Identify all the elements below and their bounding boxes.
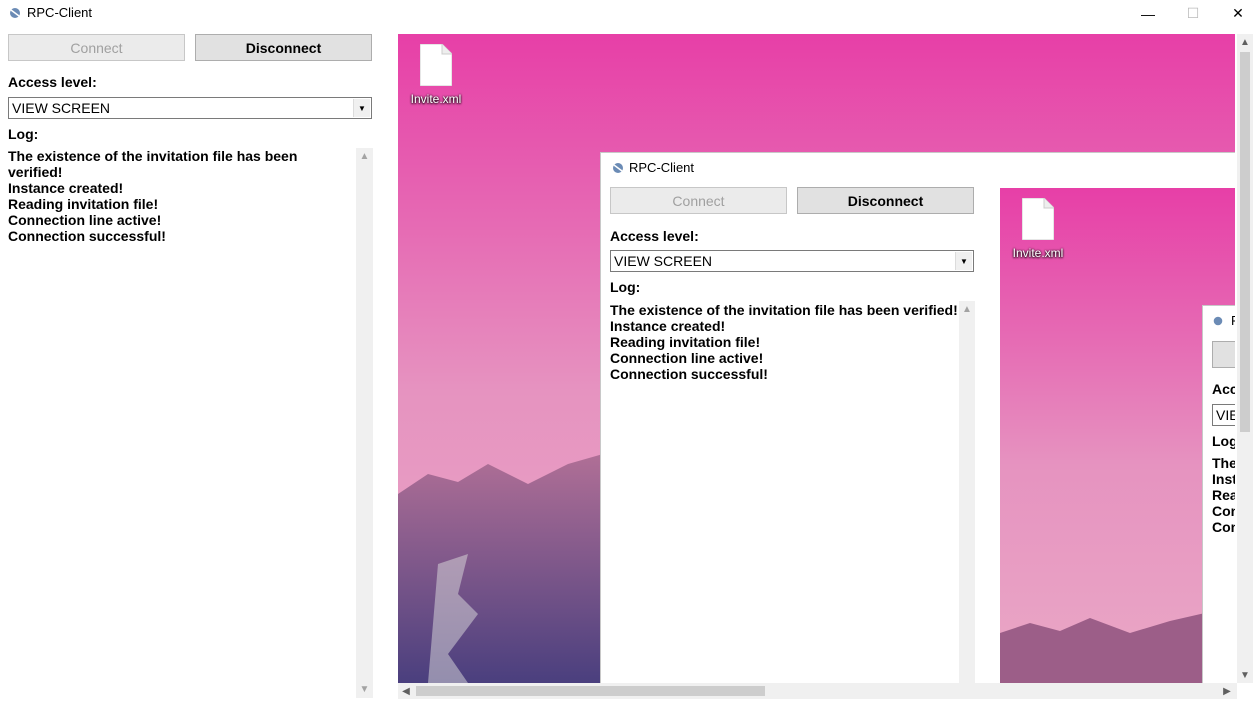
log-list: The existence of the invitation file has… <box>8 148 353 244</box>
connect-button[interactable]: Connect <box>8 34 185 61</box>
maximize-icon: ☐ <box>1186 5 1200 21</box>
chevron-down-icon[interactable]: ▼ <box>955 252 972 270</box>
scroll-right-icon[interactable]: ▶ <box>1219 683 1235 699</box>
nested-access-value: VIEW SCREEN <box>614 253 713 269</box>
app-icon <box>1213 316 1223 326</box>
mountain-image <box>1000 613 1210 683</box>
nested2-window[interactable]: R Acc VIE Log The Inst Rea Con Con <box>1202 305 1235 683</box>
scroll-up-icon[interactable]: ▲ <box>959 301 975 318</box>
maximize-button[interactable]: ☐ <box>1170 0 1216 27</box>
nested2-window-title: R <box>1231 313 1235 328</box>
scroll-up-icon[interactable]: ▲ <box>1237 34 1253 50</box>
scroll-down-icon[interactable]: ▼ <box>356 681 373 698</box>
nested-window-title: RPC-Client <box>629 160 695 175</box>
log-line: Connection line active! <box>610 350 764 366</box>
log-line: Con <box>1212 519 1235 535</box>
nested-log-list: The existence of the invitation file has… <box>610 302 960 382</box>
nested2-log-list: The Inst Rea Con Con <box>1212 455 1235 535</box>
close-button[interactable]: ✕ <box>1215 0 1259 27</box>
disconnect-button[interactable]: Disconnect <box>195 34 372 61</box>
remote-screen[interactable]: Invite.xml RPC-Client Connect Disconnect… <box>398 34 1235 683</box>
log-line: Instance created! <box>610 318 726 334</box>
log-line: The existence of the invitation file has… <box>610 302 958 318</box>
nested2-access-select[interactable]: VIE <box>1212 404 1235 426</box>
nested2-access-value: VIE <box>1216 407 1235 423</box>
vertical-scroll-thumb[interactable] <box>1240 52 1250 432</box>
nested-remote-screen[interactable]: Invite.xml R Acc VIE Log The Inst Rea Co… <box>1000 188 1235 683</box>
app-icon <box>10 8 20 18</box>
log-line: Connection line active! <box>8 212 162 228</box>
minimize-icon: — <box>1141 5 1155 22</box>
nested2-connect-button[interactable] <box>1212 341 1235 368</box>
chevron-down-icon[interactable]: ▼ <box>353 99 370 117</box>
nested-access-select[interactable]: VIEW SCREEN ▼ <box>610 250 974 272</box>
close-icon: ✕ <box>1232 5 1244 21</box>
file-icon[interactable] <box>420 44 452 86</box>
log-line: Instance created! <box>8 180 124 196</box>
nested-disconnect-button[interactable]: Disconnect <box>797 187 974 214</box>
nested2-access-label: Acc <box>1212 381 1235 397</box>
nested-connect-button[interactable]: Connect <box>610 187 787 214</box>
scroll-left-icon[interactable]: ◀ <box>398 683 414 699</box>
file-icon[interactable] <box>1022 198 1054 240</box>
nested-log-scrollbar[interactable]: ▲ <box>959 301 975 683</box>
log-line: Reading invitation file! <box>8 196 159 212</box>
horizontal-scroll-thumb[interactable] <box>416 686 765 696</box>
log-line: The <box>1212 455 1235 471</box>
log-line: Connection successful! <box>8 228 166 244</box>
nested-log-label: Log: <box>610 279 641 295</box>
log-label: Log: <box>8 126 39 142</box>
log-line: Inst <box>1212 471 1235 487</box>
scroll-down-icon[interactable]: ▼ <box>1237 667 1253 683</box>
window-title: RPC-Client <box>27 5 93 20</box>
scroll-up-icon[interactable]: ▲ <box>356 148 373 165</box>
log-line: Con <box>1212 503 1235 519</box>
mountain-image <box>398 454 608 683</box>
title-bar <box>0 0 1259 27</box>
log-line: Connection successful! <box>610 366 768 382</box>
nested2-log-label: Log <box>1212 433 1235 449</box>
log-line: Rea <box>1212 487 1235 503</box>
remote-vertical-scrollbar[interactable]: ▲ ▼ <box>1237 34 1253 683</box>
remote-horizontal-scrollbar[interactable]: ◀ ▶ <box>398 683 1237 699</box>
access-level-value: VIEW SCREEN <box>12 100 111 116</box>
app-icon <box>613 163 623 173</box>
minimize-button[interactable]: — <box>1125 0 1171 27</box>
nested-window[interactable]: RPC-Client Connect Disconnect Access lev… <box>600 152 1235 683</box>
log-line: Reading invitation file! <box>610 334 761 350</box>
log-line: The existence of the invitation file has… <box>8 148 298 180</box>
access-level-label: Access level: <box>8 74 97 90</box>
log-scrollbar[interactable]: ▲ ▼ <box>356 148 373 698</box>
desktop-icon-label[interactable]: Invite.xml <box>1004 246 1072 260</box>
nested-access-label: Access level: <box>610 228 699 244</box>
desktop-icon-label[interactable]: Invite.xml <box>402 92 470 106</box>
access-level-select[interactable]: VIEW SCREEN ▼ <box>8 97 372 119</box>
